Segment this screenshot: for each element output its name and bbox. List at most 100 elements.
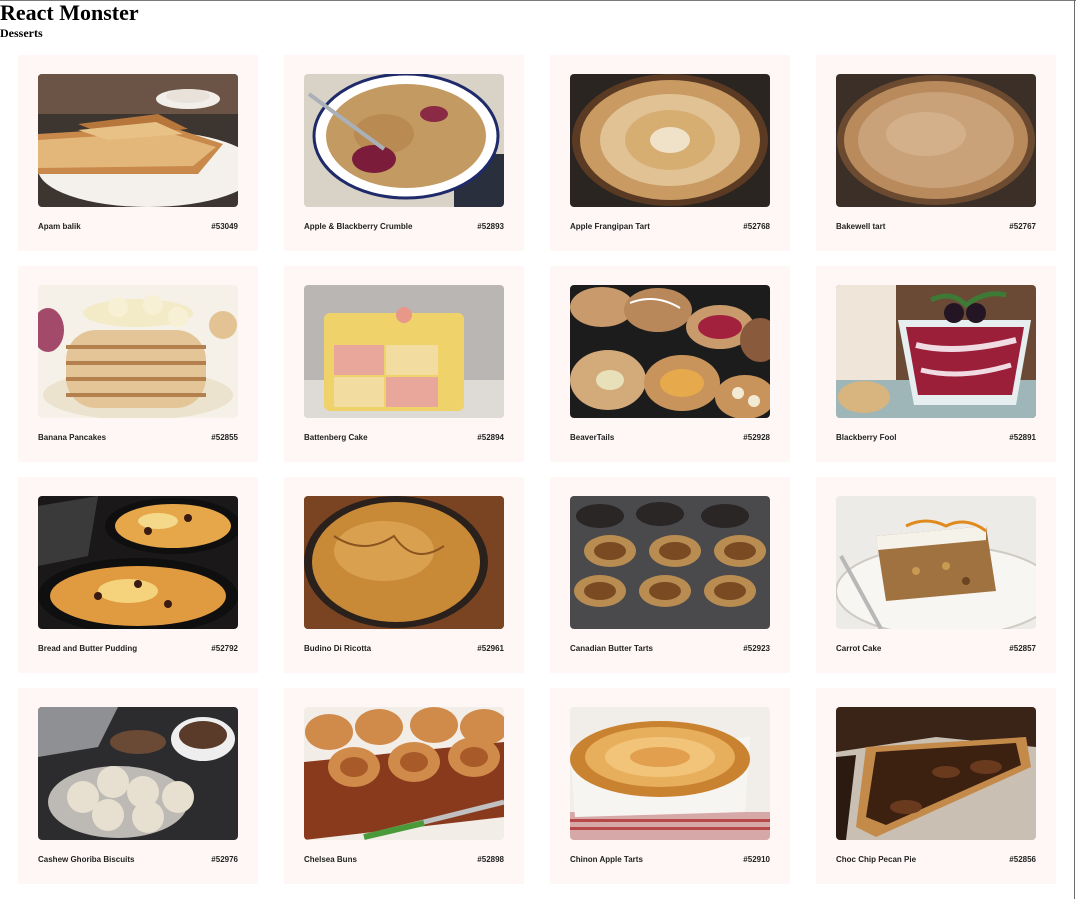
meal-meta: Banana Pancakes #52855 (38, 433, 238, 443)
meal-photo-blackberry-fool (836, 285, 1036, 418)
meal-id: #52928 (743, 433, 770, 442)
meal-name: Cashew Ghoriba Biscuits (38, 855, 135, 864)
meal-grid: Apam balik #53049 Apple & Blackberry Cru… (18, 55, 1056, 884)
meal-photo-choc-chip-pecan-pie (836, 707, 1036, 840)
meal-image[interactable] (570, 74, 770, 207)
meal-card[interactable]: Cashew Ghoriba Biscuits #52976 (18, 688, 258, 884)
meal-card[interactable]: Bread and Butter Pudding #52792 (18, 477, 258, 673)
meal-image[interactable] (304, 707, 504, 840)
meal-card[interactable]: Choc Chip Pecan Pie #52856 (816, 688, 1056, 884)
meal-meta: Apam balik #53049 (38, 222, 238, 232)
meal-image[interactable] (304, 285, 504, 418)
meal-name: Choc Chip Pecan Pie (836, 855, 917, 864)
meal-image[interactable] (570, 285, 770, 418)
meal-image[interactable] (836, 285, 1036, 418)
meal-photo-apple-frangipan-tart (570, 74, 770, 207)
meal-photo-beavertails (570, 285, 770, 418)
meal-name: Budino Di Ricotta (304, 644, 372, 653)
meal-meta: Bakewell tart #52767 (836, 222, 1036, 232)
meal-photo-apam-balik (38, 74, 238, 207)
meal-name: Chinon Apple Tarts (570, 855, 643, 864)
app-title: React Monster (0, 0, 139, 25)
meal-photo-canadian-butter-tarts (570, 496, 770, 629)
meal-meta: Chinon Apple Tarts #52910 (570, 855, 770, 865)
meal-meta: Apple Frangipan Tart #52768 (570, 222, 770, 232)
meal-card[interactable]: Chelsea Buns #52898 (284, 688, 524, 884)
meal-photo-chinon-apple-tarts (570, 707, 770, 840)
meal-id: #52923 (743, 644, 770, 653)
meal-name: Blackberry Fool (836, 433, 897, 442)
meal-meta: Budino Di Ricotta #52961 (304, 644, 504, 654)
meal-meta: Carrot Cake #52857 (836, 644, 1036, 654)
meal-image[interactable] (38, 285, 238, 418)
meal-photo-bread-and-butter-pudding (38, 496, 238, 629)
meal-name: Canadian Butter Tarts (570, 644, 653, 653)
meal-photo-battenberg-cake (304, 285, 504, 418)
meal-image[interactable] (570, 707, 770, 840)
meal-id: #52768 (743, 222, 770, 231)
meal-meta: Battenberg Cake #52894 (304, 433, 504, 443)
meal-name: Apple Frangipan Tart (570, 222, 650, 231)
meal-card[interactable]: Budino Di Ricotta #52961 (284, 477, 524, 673)
meal-card[interactable]: BeaverTails #52928 (550, 266, 790, 462)
meal-image[interactable] (836, 74, 1036, 207)
meal-photo-budino-di-ricotta (304, 496, 504, 629)
meal-name: Carrot Cake (836, 644, 882, 653)
meal-name: Banana Pancakes (38, 433, 107, 442)
meal-image[interactable] (38, 74, 238, 207)
meal-card[interactable]: Apam balik #53049 (18, 55, 258, 251)
meal-id: #52894 (477, 433, 504, 442)
meal-id: #52856 (1009, 855, 1036, 864)
meal-name: Chelsea Buns (304, 855, 357, 864)
meal-name: BeaverTails (570, 433, 615, 442)
meal-card[interactable]: Bakewell tart #52767 (816, 55, 1056, 251)
meal-card[interactable]: Battenberg Cake #52894 (284, 266, 524, 462)
meal-id: #52792 (211, 644, 238, 653)
meal-image[interactable] (38, 707, 238, 840)
meal-card[interactable]: Carrot Cake #52857 (816, 477, 1056, 673)
meal-photo-chelsea-buns (304, 707, 504, 840)
meal-name: Battenberg Cake (304, 433, 368, 442)
meal-name: Bakewell tart (836, 222, 886, 231)
meal-meta: Choc Chip Pecan Pie #52856 (836, 855, 1036, 865)
meal-id: #52961 (477, 644, 504, 653)
section-title: Desserts (0, 26, 43, 40)
meal-meta: Bread and Butter Pudding #52792 (38, 644, 238, 654)
meal-id: #52855 (211, 433, 238, 442)
window-scrollbar-edge (1074, 0, 1075, 899)
meal-meta: BeaverTails #52928 (570, 433, 770, 443)
meal-card[interactable]: Apple Frangipan Tart #52768 (550, 55, 790, 251)
meal-image[interactable] (836, 496, 1036, 629)
meal-meta: Cashew Ghoriba Biscuits #52976 (38, 855, 238, 865)
meal-id: #52767 (1009, 222, 1036, 231)
meal-id: #52893 (477, 222, 504, 231)
meal-image[interactable] (570, 496, 770, 629)
meal-id: #52910 (743, 855, 770, 864)
meal-meta: Apple & Blackberry Crumble #52893 (304, 222, 504, 232)
meal-id: #52976 (211, 855, 238, 864)
meal-card[interactable]: Apple & Blackberry Crumble #52893 (284, 55, 524, 251)
meal-photo-banana-pancakes (38, 285, 238, 418)
meal-card[interactable]: Blackberry Fool #52891 (816, 266, 1056, 462)
meal-id: #52898 (477, 855, 504, 864)
meal-image[interactable] (38, 496, 238, 629)
meal-id: #52891 (1009, 433, 1036, 442)
meal-image[interactable] (304, 74, 504, 207)
meal-photo-apple-blackberry-crumble (304, 74, 504, 207)
meal-meta: Blackberry Fool #52891 (836, 433, 1036, 443)
meal-photo-cashew-ghoriba-biscuits (38, 707, 238, 840)
meal-photo-bakewell-tart (836, 74, 1036, 207)
window-top-border (0, 0, 1076, 1)
meal-card[interactable]: Canadian Butter Tarts #52923 (550, 477, 790, 673)
meal-name: Apam balik (38, 222, 81, 231)
meal-name: Bread and Butter Pudding (38, 644, 138, 653)
meal-image[interactable] (304, 496, 504, 629)
meal-id: #53049 (211, 222, 238, 231)
meal-card[interactable]: Banana Pancakes #52855 (18, 266, 258, 462)
meal-meta: Canadian Butter Tarts #52923 (570, 644, 770, 654)
meal-photo-carrot-cake (836, 496, 1036, 629)
meal-id: #52857 (1009, 644, 1036, 653)
meal-name: Apple & Blackberry Crumble (304, 222, 413, 231)
meal-image[interactable] (836, 707, 1036, 840)
meal-card[interactable]: Chinon Apple Tarts #52910 (550, 688, 790, 884)
